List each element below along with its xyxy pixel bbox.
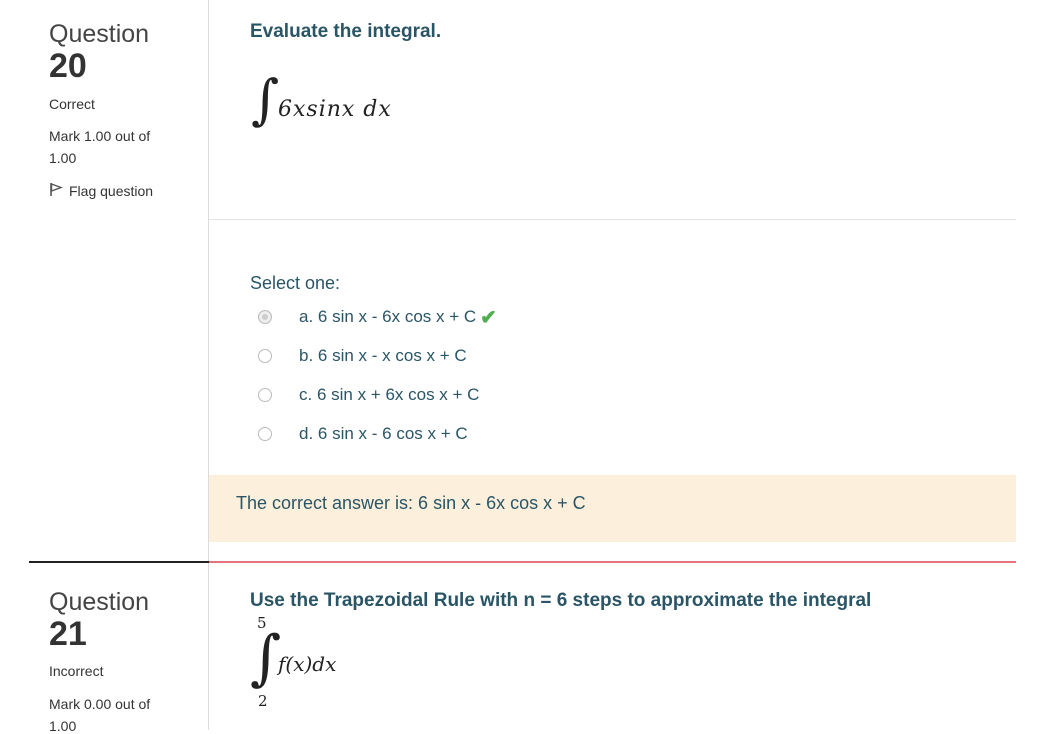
question-21-info: Question 21: [49, 588, 199, 653]
question-20-info: Question 20: [49, 20, 199, 85]
integral-expression: 6xsinx dx: [278, 97, 392, 122]
question-label: Question: [49, 20, 150, 48]
option-b-label: b. 6 sin x - x cos x + C: [299, 346, 467, 365]
option-d-radio[interactable]: [258, 427, 272, 441]
incorrect-rule: [209, 561, 1016, 563]
option-a-label: a. 6 sin x - 6x cos x + C: [299, 307, 477, 326]
question-mark-max: 1.00: [49, 150, 77, 166]
column-divider: [208, 0, 209, 730]
correct-answer-feedback: The correct answer is: 6 sin x - 6x cos …: [209, 475, 1016, 542]
integral-expression: f(x)dx: [278, 652, 337, 676]
checkmark-icon: ✔: [480, 306, 497, 329]
integral-symbol: ∫: [251, 68, 280, 131]
question-mark: Mark 1.00 out of: [49, 128, 151, 144]
option-c-radio[interactable]: [258, 388, 272, 402]
question-number: 20: [49, 47, 87, 85]
flag-question-label: Flag question: [69, 183, 154, 199]
question-mark: Mark 0.00 out of: [49, 696, 151, 712]
question-status: Incorrect: [49, 663, 104, 679]
option-b-radio[interactable]: [258, 349, 272, 363]
question-mark-max: 1.00: [49, 718, 77, 734]
option-b[interactable]: b. 6 sin x - x cos x + C: [250, 342, 467, 370]
select-one-label: Select one:: [250, 273, 341, 293]
formulation-divider: [209, 219, 1016, 220]
option-c-label: c. 6 sin x + 6x cos x + C: [299, 385, 480, 404]
integral-symbol: ∫: [250, 623, 282, 693]
option-d[interactable]: d. 6 sin x - 6 cos x + C: [250, 420, 468, 448]
option-a-radio[interactable]: [258, 310, 272, 324]
question-status: Correct: [49, 96, 95, 112]
flag-question-link[interactable]: Flag question: [49, 182, 153, 200]
option-d-label: d. 6 sin x - 6 cos x + C: [299, 424, 468, 443]
lower-limit: 2: [258, 692, 268, 710]
question-20-prompt: Evaluate the integral.: [250, 21, 442, 42]
question-21-prompt: Use the Trapezoidal Rule with n = 6 step…: [250, 590, 872, 611]
option-a[interactable]: a. 6 sin x - 6x cos x + C ✔: [250, 303, 497, 331]
flag-icon: [49, 182, 64, 200]
question-number: 21: [49, 615, 87, 653]
option-c[interactable]: c. 6 sin x + 6x cos x + C: [250, 381, 479, 409]
question-label: Question: [49, 588, 150, 616]
question-21-info-rule: [29, 561, 209, 563]
